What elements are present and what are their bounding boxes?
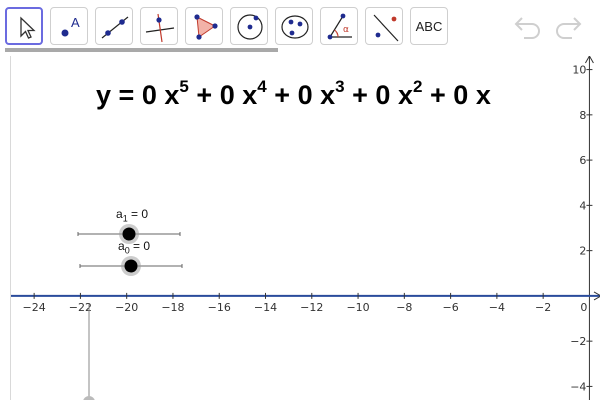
- x-tick-label: −14: [254, 301, 277, 314]
- equation-term-1-exp: 5: [179, 77, 189, 96]
- equation-plus-4: +: [429, 80, 446, 110]
- x-tick-label: 0: [580, 301, 587, 314]
- x-tick-label: −10: [346, 301, 369, 314]
- equation-term-3-coef: 0: [297, 80, 313, 110]
- left-panel-edge: [0, 56, 10, 400]
- perpendicular-tool-button[interactable]: [140, 7, 178, 45]
- y-tick-label: 8: [579, 109, 586, 122]
- text-tool-button[interactable]: ABC: [410, 7, 448, 45]
- y-tick-label: 2: [579, 245, 586, 258]
- equation-term-5-coef: 0: [453, 80, 469, 110]
- x-tick-label: −24: [23, 301, 46, 314]
- equation-term-2-coef: 0: [219, 80, 235, 110]
- angle-tool-button[interactable]: α: [320, 7, 358, 45]
- equation-plus-3: +: [352, 80, 368, 110]
- point-icon: A: [61, 15, 80, 37]
- slider-a1-sub: 1: [122, 213, 128, 224]
- equation-y: y: [96, 80, 112, 110]
- circle-tool-button[interactable]: [230, 7, 268, 45]
- polygon-tool-button[interactable]: [185, 7, 223, 45]
- x-tick-label: −18: [161, 301, 184, 314]
- conic-tool-button[interactable]: [275, 7, 313, 45]
- move-tool-button[interactable]: [5, 7, 43, 45]
- x-tick-label: −4: [489, 301, 505, 314]
- point-icon-label: A: [71, 15, 80, 30]
- undo-icon[interactable]: [512, 10, 546, 40]
- circle-center-point-icon: [237, 14, 263, 40]
- angle-icon: α: [327, 13, 352, 40]
- x-tick-label: −12: [300, 301, 323, 314]
- equation-plus-2: +: [274, 80, 291, 110]
- point-tool-button[interactable]: A: [50, 7, 88, 45]
- equation-term-4-exp: 2: [413, 77, 423, 96]
- slider-a0-sub: 0: [124, 245, 130, 256]
- y-tick-label: 6: [579, 154, 586, 167]
- x-tick-label: −16: [208, 301, 231, 314]
- x-tick-label: −8: [396, 301, 412, 314]
- equation-plus-1: +: [196, 80, 213, 110]
- y-tick-label: −2: [570, 335, 586, 348]
- polynomial-equation-text: y = 0 x5 + 0 x4 + 0 x3 + 0 x2 + 0 x: [96, 77, 491, 111]
- toolbar-scroll-thumb[interactable]: [5, 48, 278, 52]
- toolbar: A α ABC: [0, 0, 600, 52]
- slider-a0-name: a: [118, 239, 125, 253]
- equation-term-4-var: x: [397, 80, 413, 110]
- equation-term-5-var: x: [475, 80, 491, 110]
- slider-a1-name: a: [116, 207, 123, 221]
- equation-term-3-exp: 3: [335, 77, 345, 96]
- line-through-points-icon: [101, 16, 129, 39]
- perpendicular-line-icon: [145, 13, 175, 43]
- equation-term-3-var: x: [320, 80, 336, 110]
- x-tick-label: −6: [442, 301, 458, 314]
- arrow-cursor-icon: [20, 16, 36, 39]
- y-tick-label: 4: [579, 199, 586, 212]
- slider-a1-label: a1 = 0: [116, 207, 148, 223]
- line-tool-button[interactable]: [95, 7, 133, 45]
- x-tick-label: −2: [535, 301, 551, 314]
- toolbar-scroll-track: [0, 48, 600, 52]
- equation-term-1-coef: 0: [141, 80, 157, 110]
- equation-term-1-var: x: [164, 80, 180, 110]
- y-tick-label: −4: [570, 380, 586, 393]
- reflect-tool-button[interactable]: [365, 7, 403, 45]
- text-icon: ABC: [415, 18, 443, 34]
- equation-term-4-coef: 0: [375, 80, 391, 110]
- equation-equals: =: [118, 80, 135, 110]
- reflect-point-icon: [373, 14, 399, 42]
- x-tick-label: −20: [115, 301, 138, 314]
- slider-a0-label: a0 = 0: [118, 239, 150, 255]
- angle-icon-label: α: [343, 25, 349, 35]
- slider-a0-value: = 0: [133, 239, 151, 253]
- equation-term-2-var: x: [242, 80, 258, 110]
- slider-a1-value: = 0: [131, 207, 149, 221]
- slider-a0-knob[interactable]: [124, 259, 138, 273]
- ellipse-icon: [281, 15, 309, 39]
- drag-guide-handle: [83, 396, 95, 400]
- polygon-icon: [194, 14, 218, 40]
- y-tick-label: 10: [572, 64, 586, 77]
- redo-icon[interactable]: [550, 10, 584, 40]
- equation-term-2-exp: 4: [257, 77, 267, 96]
